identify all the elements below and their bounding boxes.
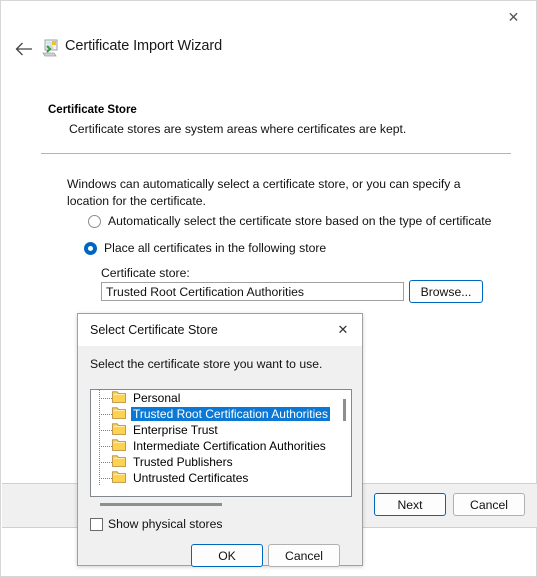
tree-connector-icon: [99, 470, 112, 486]
wizard-nav-row: Certificate Import Wizard: [1, 33, 536, 65]
back-arrow-icon[interactable]: [11, 36, 37, 62]
page-subtitle: Certificate stores are system areas wher…: [69, 122, 407, 136]
show-physical-stores-label: Show physical stores: [108, 517, 223, 531]
listbox-horizontal-scrollbar[interactable]: [90, 501, 352, 509]
list-item[interactable]: Enterprise Trust: [91, 422, 351, 438]
dialog-prompt: Select the certificate store you want to…: [90, 357, 323, 371]
close-icon[interactable]: ✕: [491, 1, 536, 32]
header-divider: [41, 153, 511, 154]
radio-auto-select-store[interactable]: Automatically select the certificate sto…: [88, 214, 491, 228]
browse-button[interactable]: Browse...: [409, 280, 483, 303]
checkbox-mark-show-physical: [90, 517, 103, 531]
list-item-label: Enterprise Trust: [133, 423, 218, 437]
dialog-titlebar: Select Certificate Store ✕: [78, 314, 362, 346]
listbox-horizontal-scroll-thumb[interactable]: [100, 503, 222, 506]
wizard-cancel-button[interactable]: Cancel: [453, 493, 525, 516]
window-title: Certificate Import Wizard: [65, 38, 223, 54]
dialog-ok-button[interactable]: OK: [191, 544, 263, 567]
tree-connector-icon: [99, 422, 112, 438]
intro-text: Windows can automatically select a certi…: [67, 177, 461, 208]
radio-auto-label: Automatically select the certificate sto…: [108, 214, 492, 228]
tree-connector-icon: [99, 390, 112, 406]
radio-place-label: Place all certificates in the following …: [104, 241, 327, 255]
select-certificate-store-dialog: Select Certificate Store ✕ Select the ce…: [77, 313, 363, 567]
list-item[interactable]: Trusted Publishers: [91, 454, 351, 470]
folder-icon: [112, 454, 131, 470]
tree-connector-icon: [99, 454, 112, 470]
certificate-store-list: Personal Trusted Root Certification Autho…: [91, 390, 351, 486]
list-item-label: Untrusted Certificates: [133, 471, 249, 485]
next-button[interactable]: Next: [374, 493, 446, 516]
window-titlebar: ✕: [1, 1, 536, 33]
radio-mark-place: [84, 242, 97, 255]
folder-icon: [112, 470, 131, 486]
certificate-store-label: Certificate store:: [101, 266, 190, 280]
list-item[interactable]: Intermediate Certification Authorities: [91, 438, 351, 454]
page-title: Certificate Store: [48, 104, 137, 116]
radio-place-in-store[interactable]: Place all certificates in the following …: [84, 241, 326, 255]
list-item-label: Trusted Root Certification Authorities: [131, 407, 330, 421]
list-item[interactable]: Trusted Root Certification Authorities: [91, 406, 351, 422]
folder-icon: [112, 406, 131, 422]
list-item[interactable]: Personal: [91, 390, 351, 406]
certificate-icon: [41, 38, 61, 58]
list-item[interactable]: Untrusted Certificates: [91, 470, 351, 486]
list-item-label: Trusted Publishers: [133, 455, 233, 469]
list-item-label: Intermediate Certification Authorities: [133, 439, 326, 453]
folder-icon: [112, 390, 131, 406]
folder-icon: [112, 438, 131, 454]
show-physical-stores-checkbox[interactable]: Show physical stores: [90, 517, 222, 531]
certificate-import-wizard-window: ✕ Certificate Import Wizard Certificate …: [0, 0, 537, 577]
folder-icon: [112, 422, 131, 438]
dialog-close-icon[interactable]: ✕: [324, 314, 362, 345]
certificate-store-input[interactable]: [101, 282, 404, 301]
dialog-cancel-button[interactable]: Cancel: [268, 544, 340, 567]
listbox-vertical-scroll-thumb[interactable]: [343, 399, 346, 421]
tree-connector-icon: [99, 406, 112, 422]
radio-mark-auto: [88, 215, 101, 228]
tree-connector-icon: [99, 438, 112, 454]
listbox-vertical-scrollbar[interactable]: [339, 391, 350, 495]
dialog-title: Select Certificate Store: [90, 323, 218, 337]
list-item-label: Personal: [133, 391, 181, 405]
certificate-store-listbox[interactable]: Personal Trusted Root Certification Autho…: [90, 389, 352, 497]
